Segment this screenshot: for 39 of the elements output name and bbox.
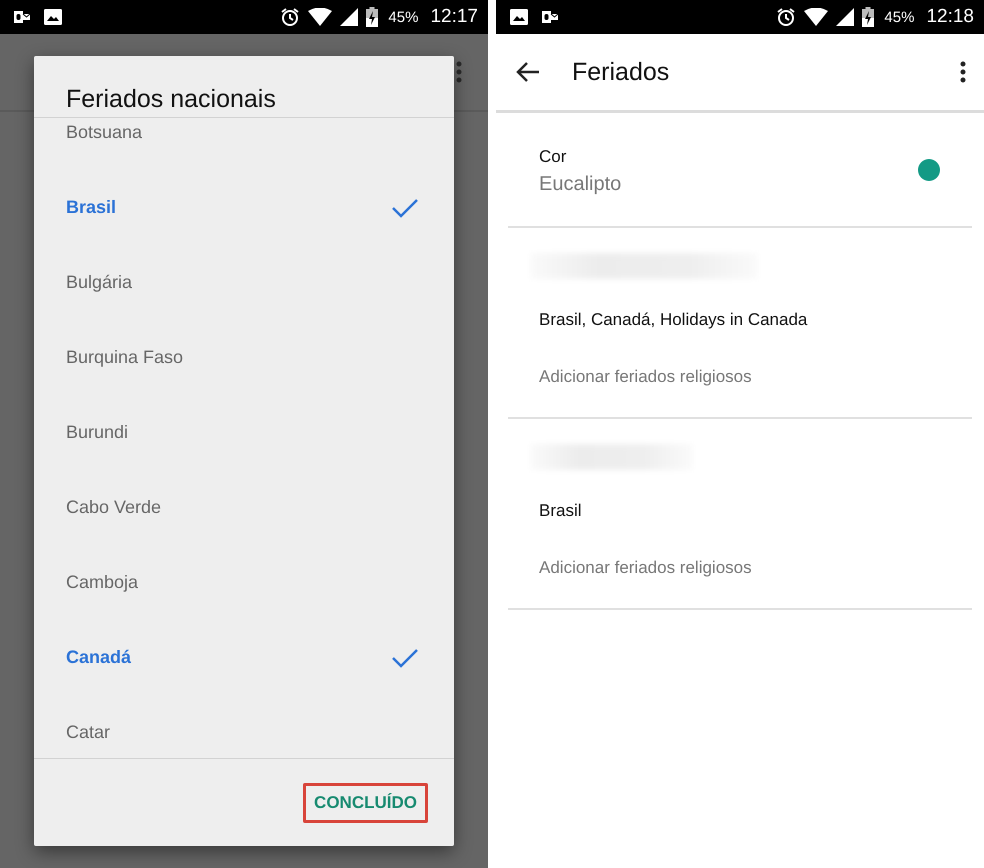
screen-title: Feriados (572, 58, 670, 86)
battery-icon (366, 7, 378, 27)
country-option[interactable]: Catar (34, 695, 454, 758)
check-icon (392, 198, 418, 218)
holiday-calendars[interactable]: Brasil, Canadá, Holidays in Canada (539, 310, 972, 330)
country-option[interactable]: Burquina Faso (34, 320, 454, 395)
battery-percent: 45% (388, 8, 418, 26)
country-option[interactable]: Canadá (34, 620, 454, 695)
country-option[interactable]: Burundi (34, 395, 454, 470)
country-option[interactable]: Cabo Verde (34, 470, 454, 545)
wifi-icon (308, 8, 332, 26)
battery-percent: 45% (884, 8, 914, 26)
holiday-calendars[interactable]: Brasil (539, 501, 972, 521)
add-religious-holidays-link[interactable]: Adicionar feriados religiosos (539, 367, 972, 387)
more-options-icon[interactable] (960, 61, 966, 83)
mail-icon (542, 10, 558, 24)
dialog-title: Feriados nacionais (65, 84, 277, 115)
color-dot[interactable] (918, 158, 940, 180)
image-icon (44, 9, 62, 25)
alarm-icon (776, 7, 796, 27)
clock-time: 12:18 (926, 6, 974, 28)
country-option[interactable]: Brasil (34, 170, 454, 245)
check-icon (392, 648, 418, 668)
country-option[interactable]: Botsuana (34, 118, 454, 170)
back-arrow-icon[interactable] (516, 61, 540, 83)
image-icon (510, 9, 528, 25)
country-option[interactable]: Camboja (34, 545, 454, 620)
signal-icon (836, 8, 854, 26)
signal-icon (340, 8, 358, 26)
setting-label: Cor (539, 147, 568, 167)
clock-time: 12:17 (430, 6, 478, 28)
setting-value: Eucalipto (539, 173, 622, 196)
wifi-icon (804, 8, 828, 26)
done-button[interactable]: CONCLUÍDO (303, 782, 428, 822)
mail-icon (14, 10, 30, 24)
country-option[interactable]: Bulgária (34, 245, 454, 320)
battery-icon (862, 7, 874, 27)
alarm-icon (280, 7, 300, 27)
add-religious-holidays-link[interactable]: Adicionar feriados religiosos (539, 558, 972, 578)
